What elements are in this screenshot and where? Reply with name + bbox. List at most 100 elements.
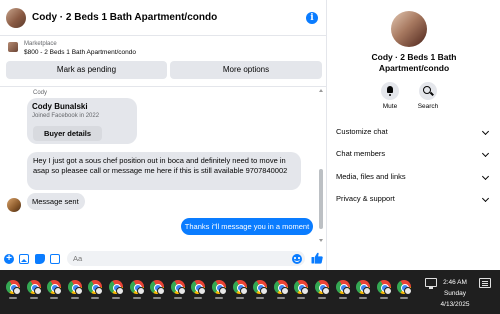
taskbar-app-button[interactable]: [170, 280, 186, 299]
marketplace-label: Marketplace: [24, 41, 57, 47]
gif-icon[interactable]: [50, 254, 60, 264]
profile-badge-icon: [404, 287, 413, 295]
sender-name: Cody: [33, 90, 48, 96]
running-indicator: [276, 297, 285, 299]
privacy-support-label: Privacy & support: [336, 194, 395, 203]
composer: [0, 246, 327, 270]
listing-thumbnail[interactable]: [8, 42, 18, 52]
avatar[interactable]: [6, 8, 26, 28]
chat-title[interactable]: Cody · 2 Beds 1 Bath Apartment/condo: [32, 12, 217, 23]
taskbar-app-button[interactable]: [67, 280, 83, 299]
profile-badge-icon: [116, 287, 124, 295]
taskbar-app-button[interactable]: [129, 280, 145, 299]
buyer-card: Cody Bunalski Joined Facebook in 2022 Bu…: [27, 98, 137, 144]
taskbar-app-button[interactable]: [397, 280, 413, 299]
taskbar-app-button[interactable]: [356, 280, 372, 299]
profile-badge-icon: [33, 287, 42, 295]
conversation-title: Cody · 2 Beds 1 Bath Apartment/condo: [371, 52, 457, 73]
running-indicator: [318, 297, 326, 299]
running-indicator: [9, 297, 17, 299]
taskbar-app-button[interactable]: [212, 280, 227, 299]
profile-badge-icon: [54, 287, 63, 295]
running-indicator: [173, 297, 182, 299]
sender-avatar[interactable]: [7, 198, 21, 212]
profile-badge-icon: [260, 287, 269, 295]
taskbar-app-button[interactable]: [273, 280, 289, 299]
running-indicator: [338, 297, 347, 299]
running-indicator: [112, 297, 120, 299]
listing-title[interactable]: $800 - 2 Beds 1 Bath Apartment/condo: [24, 49, 136, 56]
chevron-down-icon: [481, 194, 490, 203]
taskbar-app-button[interactable]: [150, 280, 166, 299]
scroll-up-arrow-icon[interactable]: [319, 89, 323, 92]
taskbar-app-button[interactable]: [335, 280, 351, 299]
taskbar-app-button[interactable]: [191, 280, 207, 299]
customize-chat-row[interactable]: Customize chat: [336, 124, 496, 140]
scrollbar[interactable]: [318, 89, 324, 243]
profile-badge-icon: [13, 287, 21, 295]
running-indicator: [400, 297, 409, 299]
search-label: Search: [417, 103, 439, 110]
taskbar-app-button[interactable]: [26, 280, 42, 299]
chevron-down-icon: [481, 149, 490, 158]
mark-as-pending-button[interactable]: Mark as pending: [6, 61, 167, 79]
chevron-down-icon: [481, 172, 490, 181]
taskbar-app-button[interactable]: [47, 280, 63, 299]
mute-label: Mute: [382, 103, 398, 110]
running-indicator: [256, 297, 265, 299]
taskbar-app-button[interactable]: [315, 280, 330, 299]
bell-icon: [381, 82, 399, 100]
taskbar-app-button[interactable]: [232, 280, 248, 299]
buyer-name: Cody Bunalski: [32, 102, 88, 111]
taskbar-app-button[interactable]: [88, 280, 104, 299]
system-clock[interactable]: 2:46 AM Sunday 4/13/2025: [440, 277, 470, 310]
info-icon[interactable]: [306, 12, 318, 24]
conversation-info-pane: Cody · 2 Beds 1 Bath Apartment/condo Mut…: [328, 0, 500, 270]
image-icon[interactable]: [19, 254, 29, 264]
message-input[interactable]: [67, 251, 305, 266]
running-indicator: [235, 297, 244, 299]
conversation-avatar[interactable]: [391, 11, 427, 47]
chevron-down-icon: [481, 127, 490, 136]
plus-icon[interactable]: [4, 253, 14, 264]
message-bubble: Hey I just got a sous chef position out …: [27, 152, 301, 190]
chat-members-label: Chat members: [336, 149, 386, 158]
taskbar-app-button[interactable]: [376, 280, 392, 299]
privacy-support-row[interactable]: Privacy & support: [336, 191, 496, 207]
message-bubble: Message sent: [27, 193, 85, 210]
profile-badge-icon: [198, 287, 207, 295]
running-indicator: [379, 297, 388, 299]
chat-pane: Cody · 2 Beds 1 Bath Apartment/condo Mar…: [0, 0, 327, 270]
clock-time: 2:46 AM: [443, 279, 467, 286]
media-files-links-label: Media, files and links: [336, 172, 406, 181]
profile-badge-icon: [177, 287, 186, 295]
profile-badge-icon: [136, 287, 145, 295]
running-indicator: [359, 297, 368, 299]
taskbar-app-button[interactable]: [294, 280, 310, 299]
scroll-thumb[interactable]: [319, 169, 323, 229]
display-icon[interactable]: [425, 278, 437, 289]
chat-members-row[interactable]: Chat members: [336, 146, 496, 162]
marketplace-banner: Marketplace $800 - 2 Beds 1 Bath Apartme…: [0, 36, 327, 82]
taskbar-app-button[interactable]: [6, 280, 21, 299]
running-indicator: [194, 297, 203, 299]
notification-icon[interactable]: [479, 278, 491, 288]
emoji-icon[interactable]: [292, 254, 302, 264]
media-files-links-row[interactable]: Media, files and links: [336, 169, 496, 185]
search-icon: [419, 82, 437, 100]
running-indicator: [153, 297, 162, 299]
scroll-down-arrow-icon[interactable]: [319, 239, 323, 242]
thumbs-up-icon[interactable]: [311, 252, 323, 264]
sticker-icon[interactable]: [35, 254, 45, 264]
taskbar-app-button[interactable]: [109, 280, 124, 299]
taskbar-app-button[interactable]: [253, 280, 269, 299]
more-options-button[interactable]: More options: [170, 61, 322, 79]
buyer-details-button[interactable]: Buyer details: [33, 126, 102, 141]
search-button[interactable]: Search: [408, 82, 448, 110]
mute-button[interactable]: Mute: [370, 82, 410, 110]
running-indicator: [297, 297, 306, 299]
clock-day: Sunday: [443, 290, 467, 297]
running-indicator: [29, 297, 38, 299]
message-bubble-outgoing: Thanks i"ll message you in a moment: [181, 218, 313, 235]
profile-badge-icon: [363, 287, 372, 295]
